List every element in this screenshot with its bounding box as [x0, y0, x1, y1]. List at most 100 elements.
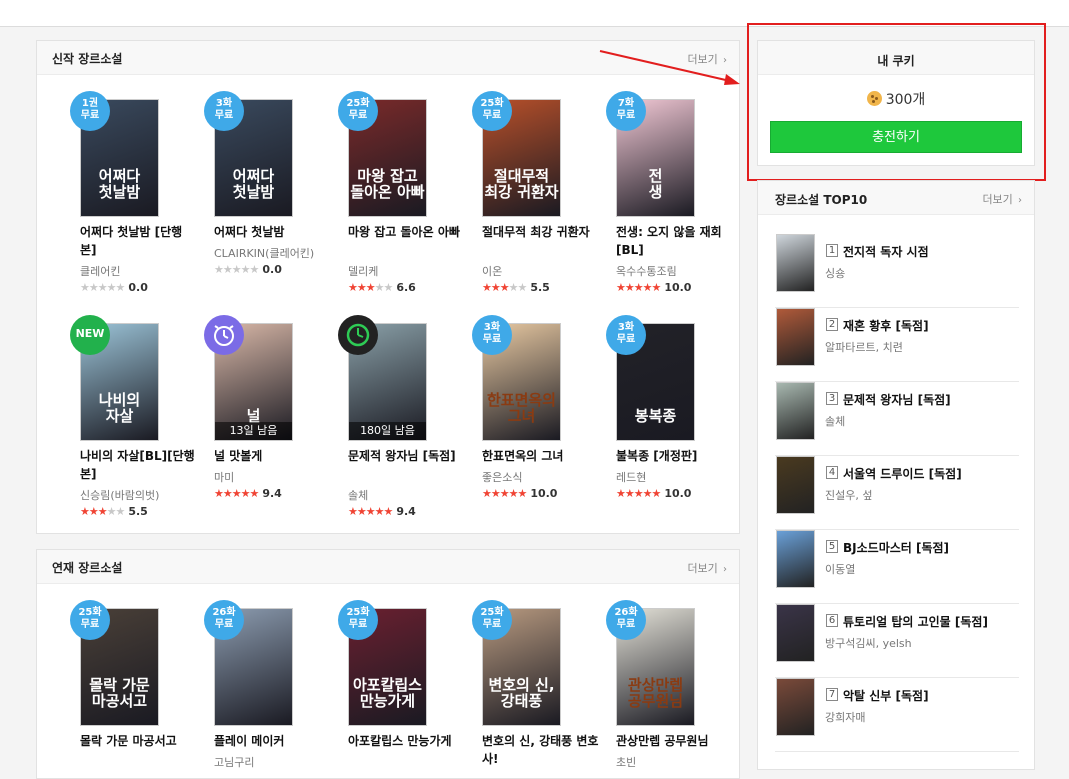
ranking-author: 이동열: [825, 563, 856, 576]
ranking-title[interactable]: 서울역 드루이드 [독점]: [843, 465, 962, 482]
free-episodes-badge: 1권 무료: [70, 91, 110, 131]
book-author: 좋은소식: [482, 471, 523, 484]
new-badge: NEW: [70, 315, 110, 355]
rank-number: 2: [826, 318, 838, 331]
ranking-title[interactable]: BJ소드마스터 [독점]: [843, 539, 949, 556]
book-rating: ★★★★★ 0.0: [80, 281, 148, 294]
ranking-item[interactable]: 5 BJ소드마스터 [독점] 이동열: [775, 530, 1019, 604]
rating-score: 10.0: [664, 487, 692, 500]
book-title[interactable]: 나비의 자살[BL][단행본]: [80, 447, 198, 483]
ranking-cover[interactable]: [776, 678, 815, 736]
days-left-label: 13일 남음: [215, 422, 292, 440]
book-title[interactable]: 몰락 가문 마공서고: [80, 732, 198, 750]
more-link[interactable]: 더보기 ›: [687, 560, 727, 576]
free-episodes-badge: 25화 무료: [70, 600, 110, 640]
cookie-icon: [866, 91, 882, 106]
book-title[interactable]: 전생: 오지 않을 재회 [BL]: [616, 223, 734, 259]
book-title[interactable]: 플레이 메이커: [214, 732, 332, 750]
rating-score: 0.0: [262, 263, 282, 276]
book-title[interactable]: 아포칼립스 만능가게: [348, 732, 466, 750]
book-title[interactable]: 마왕 잡고 돌아온 아빠: [348, 223, 466, 241]
ranking-author: 방구석김씨, yelsh: [825, 637, 912, 650]
rating-score: 6.6: [396, 281, 416, 294]
annotation-arrow-icon: [599, 50, 740, 85]
ranking-cover[interactable]: [776, 456, 815, 514]
book-title[interactable]: 변호의 신, 강태풍 변호사!: [482, 732, 600, 768]
ranking-title[interactable]: 문제적 왕자님 [독점]: [843, 391, 951, 408]
free-episodes-badge: 3화 무료: [204, 91, 244, 131]
ranking-cover[interactable]: [776, 308, 815, 366]
ranking-cover[interactable]: [776, 604, 815, 662]
chevron-right-icon: ›: [1014, 195, 1022, 206]
charge-button[interactable]: 충전하기: [770, 121, 1022, 153]
book-title[interactable]: 문제적 왕자님 [독점]: [348, 447, 466, 465]
book-author: 초빈: [616, 756, 637, 769]
cover-title: 절대무적 최강 귀환자: [484, 167, 559, 201]
serial-novels-panel: 연재 장르소설 더보기 › 몰락 가문 마공서고 25화 무료몰락 가문 마공서고 26…: [36, 549, 740, 779]
rank-number: 4: [826, 466, 838, 479]
rating-score: 9.4: [396, 505, 416, 518]
panel-header: 장르소설 TOP10 더보기 ›: [758, 181, 1034, 215]
days-left-label: 180일 남음: [349, 422, 426, 440]
ranking-item[interactable]: 3 문제적 왕자님 [독점] 솔체: [775, 382, 1019, 456]
book-title[interactable]: 관상만렙 공무원님: [616, 732, 734, 750]
book-author: 이온: [482, 265, 503, 278]
genre-top10-panel: 장르소설 TOP10 더보기 › 1 전지적 독자 시점 싱숑 2 재혼 황후 [독점]…: [757, 180, 1035, 770]
section-title: 신작 장르소설: [52, 52, 123, 66]
book-rating: ★★★★★ 10.0: [616, 281, 691, 294]
book-title[interactable]: 절대무적 최강 귀환자: [482, 223, 600, 241]
ranking-title[interactable]: 전지적 독자 시점: [843, 243, 929, 260]
my-cookie-panel: 내 쿠키 300개 충전하기: [757, 40, 1035, 166]
star-rating-icon: ★★★★★: [616, 281, 661, 294]
rank-number: 3: [826, 392, 838, 405]
book-author: 솔체: [348, 489, 369, 502]
star-rating-icon: ★★★★★: [214, 487, 259, 500]
ranking-author: 강희자매: [825, 711, 866, 724]
cover-title: 어쩌다 첫날밤: [232, 167, 275, 201]
cookie-title: 내 쿠키: [758, 41, 1034, 75]
free-episodes-badge: 3화 무료: [606, 315, 646, 355]
ranking-cover[interactable]: [776, 530, 815, 588]
book-rating: ★★★★★ 5.5: [482, 281, 550, 294]
free-episodes-badge: 7화 무료: [606, 91, 646, 131]
section-title: 연재 장르소설: [52, 561, 123, 575]
rating-score: 5.5: [128, 505, 148, 518]
star-rating-icon: ★★★★★: [348, 281, 393, 294]
cover-title: 어쩌다 첫날밤: [98, 167, 141, 201]
cover-title: 마왕 잡고 돌아온 아빠: [350, 167, 425, 201]
book-title[interactable]: 어쩌다 첫날밤: [214, 223, 332, 241]
ranking-item[interactable]: 4 서울역 드루이드 [독점] 진설우, 섶: [775, 456, 1019, 530]
book-title[interactable]: 한표면옥의 그녀: [482, 447, 600, 465]
ranking-cover[interactable]: [776, 382, 815, 440]
ranking-title[interactable]: 재혼 황후 [독점]: [843, 317, 929, 334]
book-title[interactable]: 불복종 [개정판]: [616, 447, 734, 465]
ranking-item[interactable]: 2 재혼 황후 [독점] 알파타르트, 치련: [775, 308, 1019, 382]
rating-score: 10.0: [530, 487, 558, 500]
alarm-clock-icon: [204, 315, 244, 355]
more-link[interactable]: 더보기 ›: [982, 191, 1022, 207]
free-episodes-badge: 26화 무료: [606, 600, 646, 640]
new-novels-panel: 신작 장르소설 더보기 › 어쩌다 첫날밤 1권 무료 어쩌다 첫날밤 [단행본] 클레어…: [36, 40, 740, 534]
book-author: 옥수수통조림: [616, 265, 677, 278]
cover-title: 나비의 자살: [98, 391, 141, 425]
rank-number: 5: [826, 540, 838, 553]
cover-title: 관상만렙 공무원님: [627, 676, 684, 710]
free-episodes-badge: 25화 무료: [338, 600, 378, 640]
ranking-title[interactable]: 악탈 신부 [독점]: [843, 687, 929, 704]
ranking-cover[interactable]: [776, 234, 815, 292]
book-rating: ★★★★★ 10.0: [616, 487, 691, 500]
cover-title: 몰락 가문 마공서고: [89, 676, 150, 710]
book-title[interactable]: 널 맛볼게: [214, 447, 332, 465]
ranking-author: 진설우, 섶: [825, 489, 873, 502]
ranking-item[interactable]: 7 악탈 신부 [독점] 강희자매: [775, 678, 1019, 752]
cover-title: 전생: [648, 167, 663, 201]
book-title[interactable]: 어쩌다 첫날밤 [단행본]: [80, 223, 198, 259]
free-episodes-badge: 3화 무료: [472, 315, 512, 355]
rank-number: 6: [826, 614, 838, 627]
rating-score: 5.5: [530, 281, 550, 294]
ranking-author: 싱숑: [825, 267, 846, 280]
ranking-item[interactable]: 6 튜토리얼 탑의 고인물 [독점] 방구석김씨, yelsh: [775, 604, 1019, 678]
free-episodes-badge: 26화 무료: [204, 600, 244, 640]
ranking-title[interactable]: 튜토리얼 탑의 고인물 [독점]: [843, 613, 988, 630]
ranking-item[interactable]: 1 전지적 독자 시점 싱숑: [775, 234, 1019, 308]
